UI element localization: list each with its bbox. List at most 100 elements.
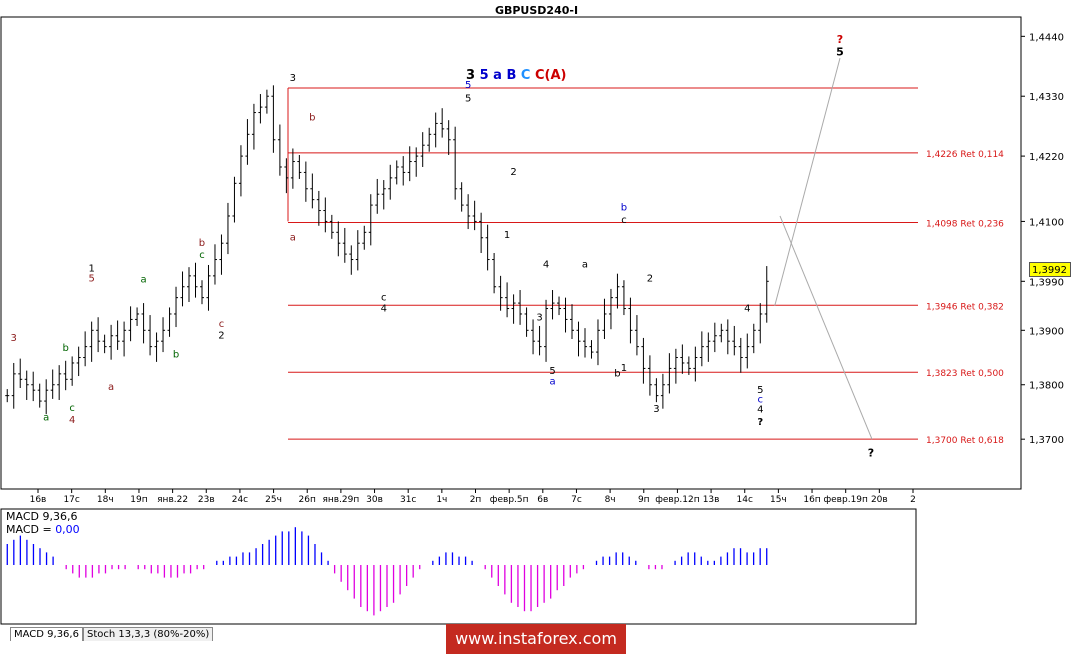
price-bars bbox=[5, 85, 769, 415]
projection-up bbox=[774, 57, 841, 306]
fib-label-5: 1,3700 Ret 0,618 bbox=[926, 436, 1004, 446]
wave-count-part-0: 3 bbox=[466, 68, 475, 83]
price-axis: 1,4440 1,4330 1,4220 1,4100 1,3990 1,3900 1,38… bbox=[1021, 32, 1064, 446]
wave-label-7: a bbox=[108, 382, 114, 393]
time-label-25: 20в bbox=[871, 495, 888, 505]
wave-count-title: 3 5 a B C C(A) bbox=[466, 68, 566, 83]
time-label-3: 19п bbox=[130, 495, 147, 505]
macd-name-label: MACD 9,36,6 bbox=[6, 510, 78, 523]
wave-label-27: a bbox=[582, 260, 588, 271]
chart-frame bbox=[0, 16, 1022, 625]
wave-label-16: b bbox=[309, 113, 315, 124]
price-tick-label-3: 1,4100 bbox=[1029, 217, 1064, 228]
fib-label-4: 1,3823 Ret 0,500 bbox=[926, 369, 1004, 379]
wave-label-24: 4 bbox=[543, 260, 549, 271]
wave-label-29: c bbox=[621, 215, 627, 226]
wave-label-23: 3 bbox=[536, 313, 542, 324]
macd-value: 0,00 bbox=[55, 523, 80, 536]
projection-label-top-q: ? bbox=[837, 33, 843, 46]
macd-histogram bbox=[6, 527, 768, 616]
wave-label-28: b bbox=[621, 203, 627, 214]
wave-count-part-4: C bbox=[516, 68, 530, 83]
macd-value-prefix: MACD = bbox=[6, 523, 56, 536]
time-label-5: 23в bbox=[198, 495, 215, 505]
time-label-16: 7с bbox=[571, 495, 582, 505]
time-label-26: 2 bbox=[910, 495, 916, 505]
projection-lines bbox=[774, 57, 873, 440]
projection-label-bottom-q: ? bbox=[868, 447, 874, 460]
time-label-6: 24с bbox=[232, 495, 248, 505]
wave-label-13: 2 bbox=[218, 330, 224, 341]
wave-label-11: c bbox=[199, 250, 205, 261]
time-label-21: 14с bbox=[737, 495, 753, 505]
wave-label-31: b bbox=[614, 369, 620, 380]
time-label-14: февр.5п bbox=[490, 495, 529, 505]
wave-label-26: a bbox=[549, 377, 555, 388]
wave-label-25: 5 bbox=[549, 366, 555, 377]
chart-canvas: 1,4226 Ret 0,114 1,4098 Ret 0,236 1,3946 R… bbox=[0, 16, 1064, 625]
wave-label-6: 5 bbox=[88, 273, 94, 284]
wave-label-3: c bbox=[69, 403, 75, 414]
price-tick-label-2: 1,4220 bbox=[1029, 152, 1064, 163]
wave-label-8: a bbox=[140, 274, 146, 285]
time-label-10: 30в bbox=[366, 495, 383, 505]
wave-count-part-6: (A) bbox=[545, 68, 567, 83]
wave-label-1: a bbox=[43, 413, 49, 424]
time-label-19: февр.12п bbox=[655, 495, 700, 505]
price-tick-label-5: 1,3900 bbox=[1029, 326, 1064, 337]
tab-macd[interactable]: MACD 9,36,6 bbox=[10, 627, 83, 641]
price-tick-label-4: 1,3990 bbox=[1029, 277, 1064, 288]
wave-label-32: 2 bbox=[647, 273, 653, 284]
time-label-0: 16в bbox=[30, 495, 47, 505]
tab-stoch[interactable]: Stoch 13,3,3 (80%-20%) bbox=[82, 627, 214, 641]
wave-label-20: 5 bbox=[465, 94, 471, 105]
wave-label-9: b bbox=[173, 350, 179, 361]
time-label-17: 8ч bbox=[605, 495, 616, 505]
time-label-15: 6в bbox=[537, 495, 548, 505]
wave-label-30: 1 bbox=[621, 363, 627, 374]
wave-label-38: ? bbox=[757, 417, 763, 428]
wave-count-part-1: 5 bbox=[475, 68, 489, 83]
chart-title: GBPUSD240-I bbox=[494, 4, 579, 17]
wave-label-0: 3 bbox=[11, 333, 17, 344]
wave-label-21: 1 bbox=[504, 230, 510, 241]
time-label-8: 26п bbox=[299, 495, 316, 505]
wave-label-4: 4 bbox=[69, 415, 75, 426]
price-tick-label-1: 1,4330 bbox=[1029, 92, 1064, 103]
time-label-7: 25ч bbox=[265, 495, 282, 505]
wave-label-10: b bbox=[199, 238, 205, 249]
projection-label-top-5: 5 bbox=[836, 45, 844, 58]
time-axis: 16в 17с 18ч 19п янв.22 23в 24с 25ч 26п янв.29п 30в… bbox=[30, 489, 916, 505]
wave-label-22: 2 bbox=[510, 167, 516, 178]
projection-down bbox=[779, 215, 873, 440]
wave-label-17: c bbox=[381, 292, 387, 303]
wave-labels: 3abc415aabbcc23abc45512345aabc1b2345c4?3… bbox=[11, 33, 875, 460]
time-label-20: 13в bbox=[703, 495, 720, 505]
fib-label-1: 1,4226 Ret 0,114 bbox=[926, 150, 1004, 160]
time-label-11: 31с bbox=[400, 495, 416, 505]
wave-count-part-5: C bbox=[530, 68, 544, 83]
wave-label-37: 4 bbox=[757, 405, 763, 416]
time-label-1: 17с bbox=[63, 495, 79, 505]
watermark-banner[interactable]: www.instaforex.com bbox=[446, 624, 626, 654]
price-tick-label-7: 1,3700 bbox=[1029, 435, 1064, 446]
wave-label-12: c bbox=[219, 319, 225, 330]
time-label-2: 18ч bbox=[97, 495, 114, 505]
indicator-tabs: MACD 9,36,6 Stoch 13,3,3 (80%-20%) bbox=[10, 627, 214, 641]
time-label-23: 16п bbox=[803, 495, 820, 505]
time-label-13: 2п bbox=[470, 495, 482, 505]
fib-label-3: 1,3946 Ret 0,382 bbox=[926, 302, 1004, 312]
wave-label-15: a bbox=[290, 232, 296, 243]
price-tick-label-0: 1,4440 bbox=[1029, 32, 1064, 43]
time-label-18: 9п bbox=[638, 495, 650, 505]
wave-label-18: 4 bbox=[381, 303, 387, 314]
macd-legend: MACD 9,36,6 MACD = 0,00 bbox=[6, 510, 80, 536]
fib-levels: 1,4226 Ret 0,114 1,4098 Ret 0,236 1,3946 R… bbox=[287, 87, 1004, 446]
wave-label-34: 4 bbox=[744, 303, 750, 314]
macd-value-label: MACD = 0,00 bbox=[6, 523, 80, 536]
wave-label-33: 3 bbox=[653, 404, 659, 415]
time-label-9: янв.29п bbox=[322, 495, 359, 505]
time-label-22: 15ч bbox=[770, 495, 787, 505]
time-label-4: янв.22 bbox=[157, 495, 188, 505]
wave-count-part-3: B bbox=[502, 68, 516, 83]
